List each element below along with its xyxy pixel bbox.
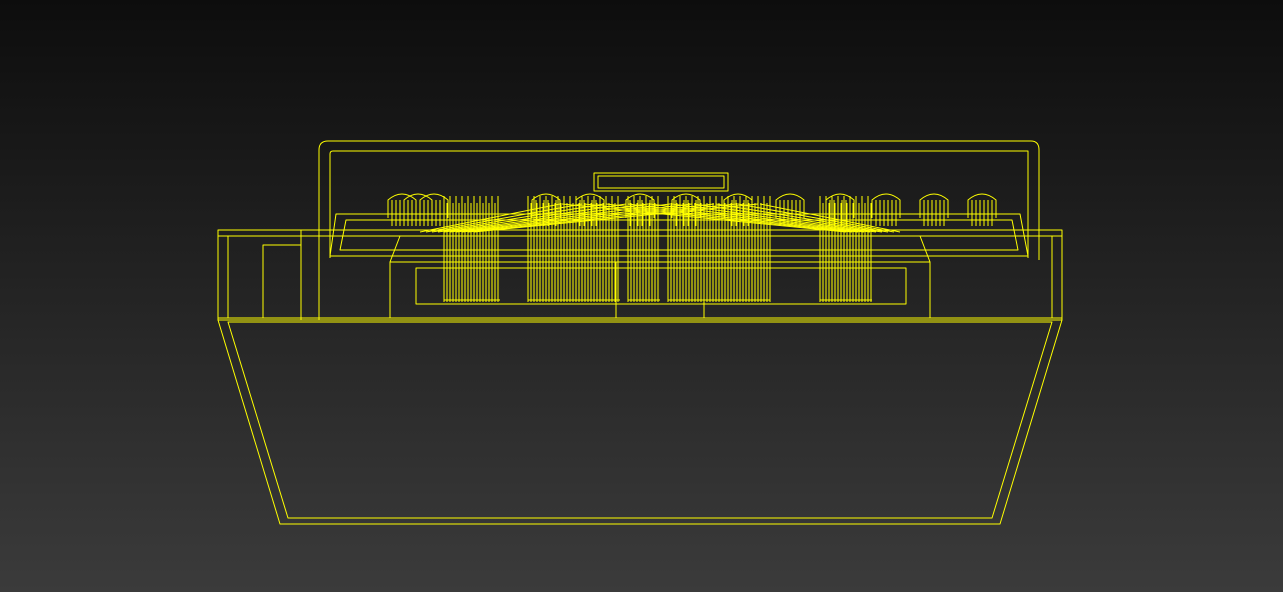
deck-wire — [339, 219, 1019, 251]
side-panel-wire — [262, 244, 302, 319]
base-outer-wire — [217, 319, 1063, 525]
lid-wire — [318, 140, 1040, 260]
display-wire — [597, 175, 725, 189]
wireframe-model[interactable] — [0, 0, 1283, 592]
3d-viewport[interactable] — [0, 0, 1283, 592]
base-inner-wire — [227, 321, 1053, 519]
